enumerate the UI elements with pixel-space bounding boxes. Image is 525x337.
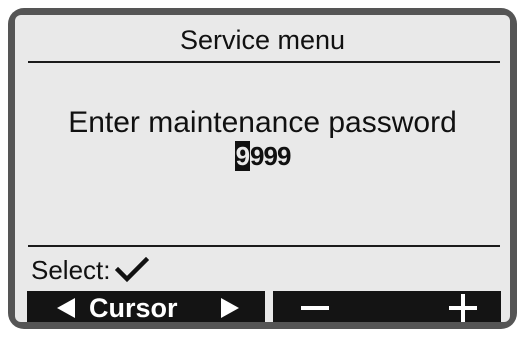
minus-icon[interactable] xyxy=(301,306,329,310)
remote-controller: Service menu Enter maintenance password … xyxy=(0,0,525,337)
check-icon xyxy=(114,257,149,283)
adjust-softkey[interactable] xyxy=(273,291,501,322)
select-hint: Select: xyxy=(31,255,149,285)
page-title: Service menu xyxy=(179,25,346,55)
password-field[interactable]: 9999 xyxy=(15,141,510,171)
password-cursor-digit[interactable]: 9 xyxy=(234,141,250,171)
password-prompt: Enter maintenance password xyxy=(68,106,457,139)
footer-divider xyxy=(28,245,500,247)
password-remaining-digits: 999 xyxy=(250,141,291,171)
cursor-label: Cursor xyxy=(89,293,178,322)
softkey-bar: Cursor xyxy=(27,291,501,322)
select-label: Select: xyxy=(31,255,111,285)
plus-icon[interactable] xyxy=(449,294,477,322)
lcd-screen: Service menu Enter maintenance password … xyxy=(15,15,510,322)
title-divider xyxy=(28,61,500,63)
cursor-softkey[interactable]: Cursor xyxy=(27,291,265,322)
arrow-right-icon[interactable] xyxy=(221,298,239,318)
arrow-left-icon[interactable] xyxy=(57,298,75,318)
